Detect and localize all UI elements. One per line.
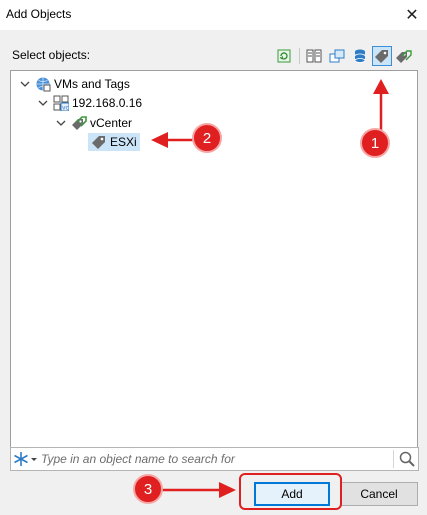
- hosts-and-clusters-button[interactable]: [304, 46, 324, 66]
- tags-and-categories-button[interactable]: [394, 46, 414, 66]
- dialog-body: Select objects: VMs and Tags vc 192.168.…: [0, 30, 427, 515]
- search-input[interactable]: [41, 449, 391, 469]
- select-objects-label: Select objects:: [12, 48, 91, 62]
- datastores-icon: [354, 49, 366, 63]
- chevron-down-icon: [31, 458, 37, 461]
- vms-and-templates-button[interactable]: [327, 46, 347, 66]
- search-button[interactable]: [398, 450, 416, 468]
- object-tree[interactable]: VMs and Tags vc 192.168.0.16 vCenter ESX…: [10, 70, 418, 468]
- tree-node-esxi[interactable]: ESXi: [88, 133, 140, 151]
- tree-node-label: 192.168.0.16: [72, 96, 143, 110]
- search-divider: [393, 450, 394, 468]
- datastores-button[interactable]: [350, 46, 370, 66]
- chevron-down-icon[interactable]: [19, 78, 31, 90]
- tree-node-label: ESXi: [110, 135, 137, 149]
- cancel-button[interactable]: Cancel: [340, 482, 418, 506]
- close-icon: ✕: [405, 7, 419, 24]
- tree-node-vcenter[interactable]: vCenter: [55, 114, 132, 132]
- tag-icon: [375, 50, 388, 63]
- title-bar: Add Objects ✕: [0, 0, 427, 30]
- vcenter-server-icon: vc: [53, 95, 69, 111]
- tag-icon: [92, 136, 105, 149]
- chevron-down-icon[interactable]: [55, 117, 67, 129]
- window-title: Add Objects: [6, 7, 72, 21]
- vms-and-templates-icon: [329, 49, 345, 63]
- close-button[interactable]: ✕: [397, 0, 427, 30]
- toolbar-separator: [299, 48, 300, 64]
- add-button[interactable]: Add: [254, 482, 330, 506]
- add-button-label: Add: [281, 487, 303, 501]
- tree-node-vcenter-server[interactable]: vc 192.168.0.16: [37, 94, 142, 112]
- refresh-button[interactable]: [274, 46, 294, 66]
- tags-view-button[interactable]: [372, 46, 392, 66]
- hosts-and-clusters-icon: [306, 49, 322, 63]
- tree-node-vms-and-tags[interactable]: VMs and Tags: [19, 75, 130, 93]
- tree-node-label: VMs and Tags: [54, 77, 130, 91]
- refresh-icon: [277, 49, 291, 63]
- tag-category-icon: [72, 116, 87, 130]
- search-icon: [399, 451, 415, 467]
- search-box: [10, 447, 419, 471]
- svg-text:vc: vc: [62, 105, 69, 112]
- asterisk-icon: [14, 452, 37, 466]
- cancel-button-label: Cancel: [360, 487, 398, 501]
- tree-node-label: vCenter: [90, 116, 133, 130]
- tree-node-selection[interactable]: ESXi: [88, 133, 140, 151]
- search-scope-dropdown[interactable]: [13, 451, 39, 467]
- chevron-down-icon[interactable]: [37, 97, 49, 109]
- vms-and-tags-icon: [36, 77, 51, 92]
- tags-and-categories-icon: [396, 50, 412, 63]
